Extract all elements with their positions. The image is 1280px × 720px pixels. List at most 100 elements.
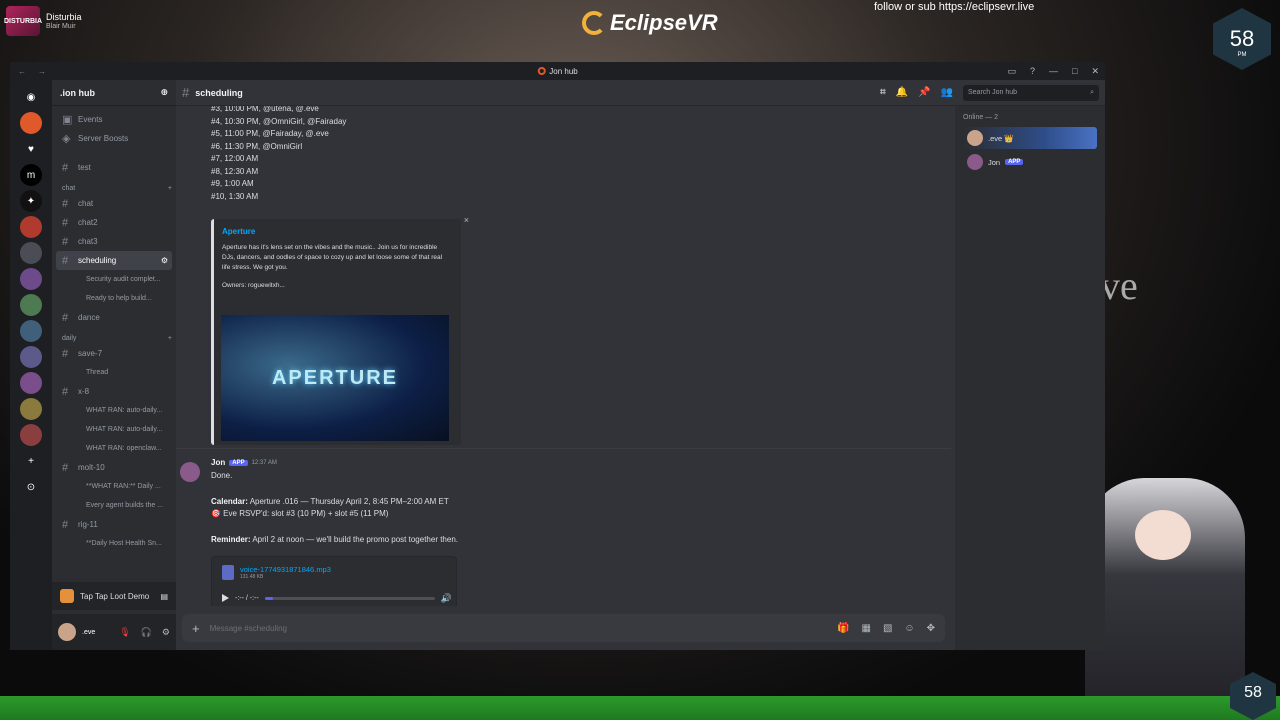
thread-item[interactable]: Thread	[56, 363, 172, 382]
close-icon[interactable]: ✕	[1091, 66, 1099, 77]
inbox-icon[interactable]: ▭	[1007, 66, 1016, 77]
server-boosts-item[interactable]: ◈ Server Boosts	[56, 129, 172, 148]
volume-icon[interactable]: 🔊	[441, 593, 452, 604]
server-icon-jon-hub[interactable]	[20, 112, 42, 134]
audio-time: -:-- / -:--	[235, 594, 259, 602]
attachment-filename[interactable]: voice-1774931871846.mp3	[240, 565, 331, 574]
guild-header[interactable]: .ion hub ⊕	[52, 80, 176, 106]
channel-label: molt-10	[78, 463, 105, 472]
channel-test[interactable]: # test	[56, 158, 172, 177]
embed-close-icon[interactable]: ×	[464, 215, 469, 225]
server-icon-green[interactable]	[20, 294, 42, 316]
gif-icon[interactable]: ▦	[861, 623, 870, 634]
channel-x-8[interactable]: # x-8	[56, 382, 172, 401]
channel-rig-11[interactable]: # rig-11	[56, 515, 172, 534]
server-icon-purple[interactable]	[20, 268, 42, 290]
avatar	[967, 130, 983, 146]
server-icon-folder-3[interactable]	[20, 346, 42, 368]
server-icon-butterfly[interactable]: ✦	[20, 190, 42, 212]
apps-icon[interactable]: ✥	[927, 623, 935, 634]
server-icon-folder-6[interactable]	[20, 424, 42, 446]
events-item[interactable]: ▣ Events	[56, 110, 172, 129]
gift-icon[interactable]: 🎁	[837, 623, 849, 634]
gear-icon[interactable]: ⚙	[162, 627, 170, 638]
embed-image[interactable]: APERTURE	[221, 315, 449, 441]
thread-item[interactable]: Security audit complet...	[56, 270, 172, 289]
server-icon-heart[interactable]: ♥	[20, 138, 42, 160]
channel-save-7[interactable]: # save-7	[56, 344, 172, 363]
thread-item[interactable]: WHAT RAN: auto-daily...	[56, 401, 172, 420]
thread-item[interactable]: WHAT RAN: openclaw...	[56, 439, 172, 458]
thread-item[interactable]: **WHAT RAN:** Daily ...	[56, 477, 172, 496]
channel-chat[interactable]: # chat	[56, 194, 172, 213]
search-input[interactable]: Search Jon hub ⌕	[963, 84, 1099, 101]
controller-icon[interactable]: ▤	[160, 592, 168, 601]
settings-icon[interactable]: ⚙	[161, 256, 172, 265]
headphones-icon[interactable]: 🎧	[141, 627, 152, 638]
forward-arrow-icon[interactable]: →	[38, 67, 46, 76]
thread-item[interactable]: WHAT RAN: auto-daily...	[56, 420, 172, 439]
thread-label: **Daily Host Health Sn...	[86, 540, 162, 547]
slot-line: #8, 12:30 AM	[211, 166, 259, 176]
server-icon-folder-2[interactable]	[20, 320, 42, 342]
channel-molt-10[interactable]: # molt-10	[56, 458, 172, 477]
member-list: Online — 2 .eve 👑 Jon APP	[955, 106, 1105, 650]
avatar[interactable]	[180, 462, 200, 482]
help-icon[interactable]: ?	[1030, 66, 1035, 77]
pin-icon[interactable]: 📌	[918, 87, 930, 98]
category-chat[interactable]: chat +	[56, 177, 172, 194]
channel-chat3[interactable]: # chat3	[56, 232, 172, 251]
thread-item[interactable]: Ready to help build...	[56, 289, 172, 308]
calendar-line: Calendar: Aperture .016 — Thursday April…	[211, 496, 811, 509]
server-icon-folder-4[interactable]	[20, 372, 42, 394]
maximize-icon[interactable]: □	[1072, 66, 1077, 77]
slot-list: #3, 10:00 PM, @utena, @.eve #4, 10:30 PM…	[211, 106, 346, 203]
audio-attachment: voice-1774931871846.mp3 131.48 KB -:-- /…	[211, 556, 457, 606]
member-list-heading: Online — 2	[963, 114, 999, 121]
avatar[interactable]	[58, 623, 76, 641]
message-author[interactable]: Jon	[211, 458, 225, 467]
emoji-icon[interactable]: ☺	[904, 623, 914, 634]
back-arrow-icon[interactable]: ←	[18, 67, 26, 76]
game-activity-bar[interactable]: Tap Tap Loot Demo ▤	[52, 582, 176, 610]
thread-item[interactable]: Every agent builds the ...	[56, 496, 172, 515]
threads-icon[interactable]: ⌗	[880, 87, 886, 98]
add-channel-icon[interactable]: +	[168, 185, 172, 192]
server-icon-folder-5[interactable]	[20, 398, 42, 420]
vtuber-face	[1135, 510, 1191, 560]
add-server-icon[interactable]: +	[20, 450, 42, 472]
embed-title[interactable]: Aperture	[222, 227, 453, 236]
members-icon[interactable]: 👥	[941, 87, 953, 98]
message-input[interactable]: Message #scheduling	[210, 624, 827, 633]
server-icon-folder-1[interactable]	[20, 242, 42, 264]
add-channel-icon[interactable]: +	[168, 335, 172, 342]
server-icon-m[interactable]: m	[20, 164, 42, 186]
message-divider	[176, 448, 951, 449]
discord-home-icon[interactable]: ◉	[20, 86, 42, 108]
composer-tools: 🎁 ▦ ▧ ☺ ✥	[837, 623, 935, 634]
plus-icon[interactable]: +	[192, 621, 200, 636]
channel-scheduling[interactable]: # scheduling ⚙	[56, 251, 172, 270]
member-item[interactable]: .eve 👑	[963, 127, 1097, 149]
sticker-icon[interactable]: ▧	[883, 623, 892, 634]
thread-label: WHAT RAN: auto-daily...	[86, 426, 163, 433]
audio-progress[interactable]	[264, 596, 435, 600]
add-member-icon[interactable]: ⊕	[160, 87, 168, 98]
server-icon-red[interactable]	[20, 216, 42, 238]
play-icon[interactable]	[222, 594, 229, 602]
mute-mic-icon[interactable]: 🎙	[119, 627, 130, 638]
thread-label: WHAT RAN: auto-daily...	[86, 407, 163, 414]
member-item[interactable]: Jon APP	[963, 151, 1097, 173]
slot-line: #6, 11:30 PM, @OmniGirl	[211, 141, 303, 151]
category-daily[interactable]: daily +	[56, 327, 172, 344]
user-panel: .eve 🎙 🎧 ⚙	[52, 614, 176, 650]
channel-dance[interactable]: # dance	[56, 308, 172, 327]
slot-line: #5, 11:00 PM, @Fairaday, @.eve	[211, 129, 329, 138]
bell-icon[interactable]: 🔔	[896, 87, 908, 98]
channel-chat2[interactable]: # chat2	[56, 213, 172, 232]
thread-item[interactable]: **Daily Host Health Sn...	[56, 534, 172, 553]
stream-channel-info: DISTURBIA Disturbia Blair Muir	[4, 6, 82, 36]
discover-icon[interactable]: ⊙	[20, 476, 42, 498]
minimize-icon[interactable]: —	[1049, 66, 1058, 77]
thread-label: **WHAT RAN:** Daily ...	[86, 483, 161, 490]
